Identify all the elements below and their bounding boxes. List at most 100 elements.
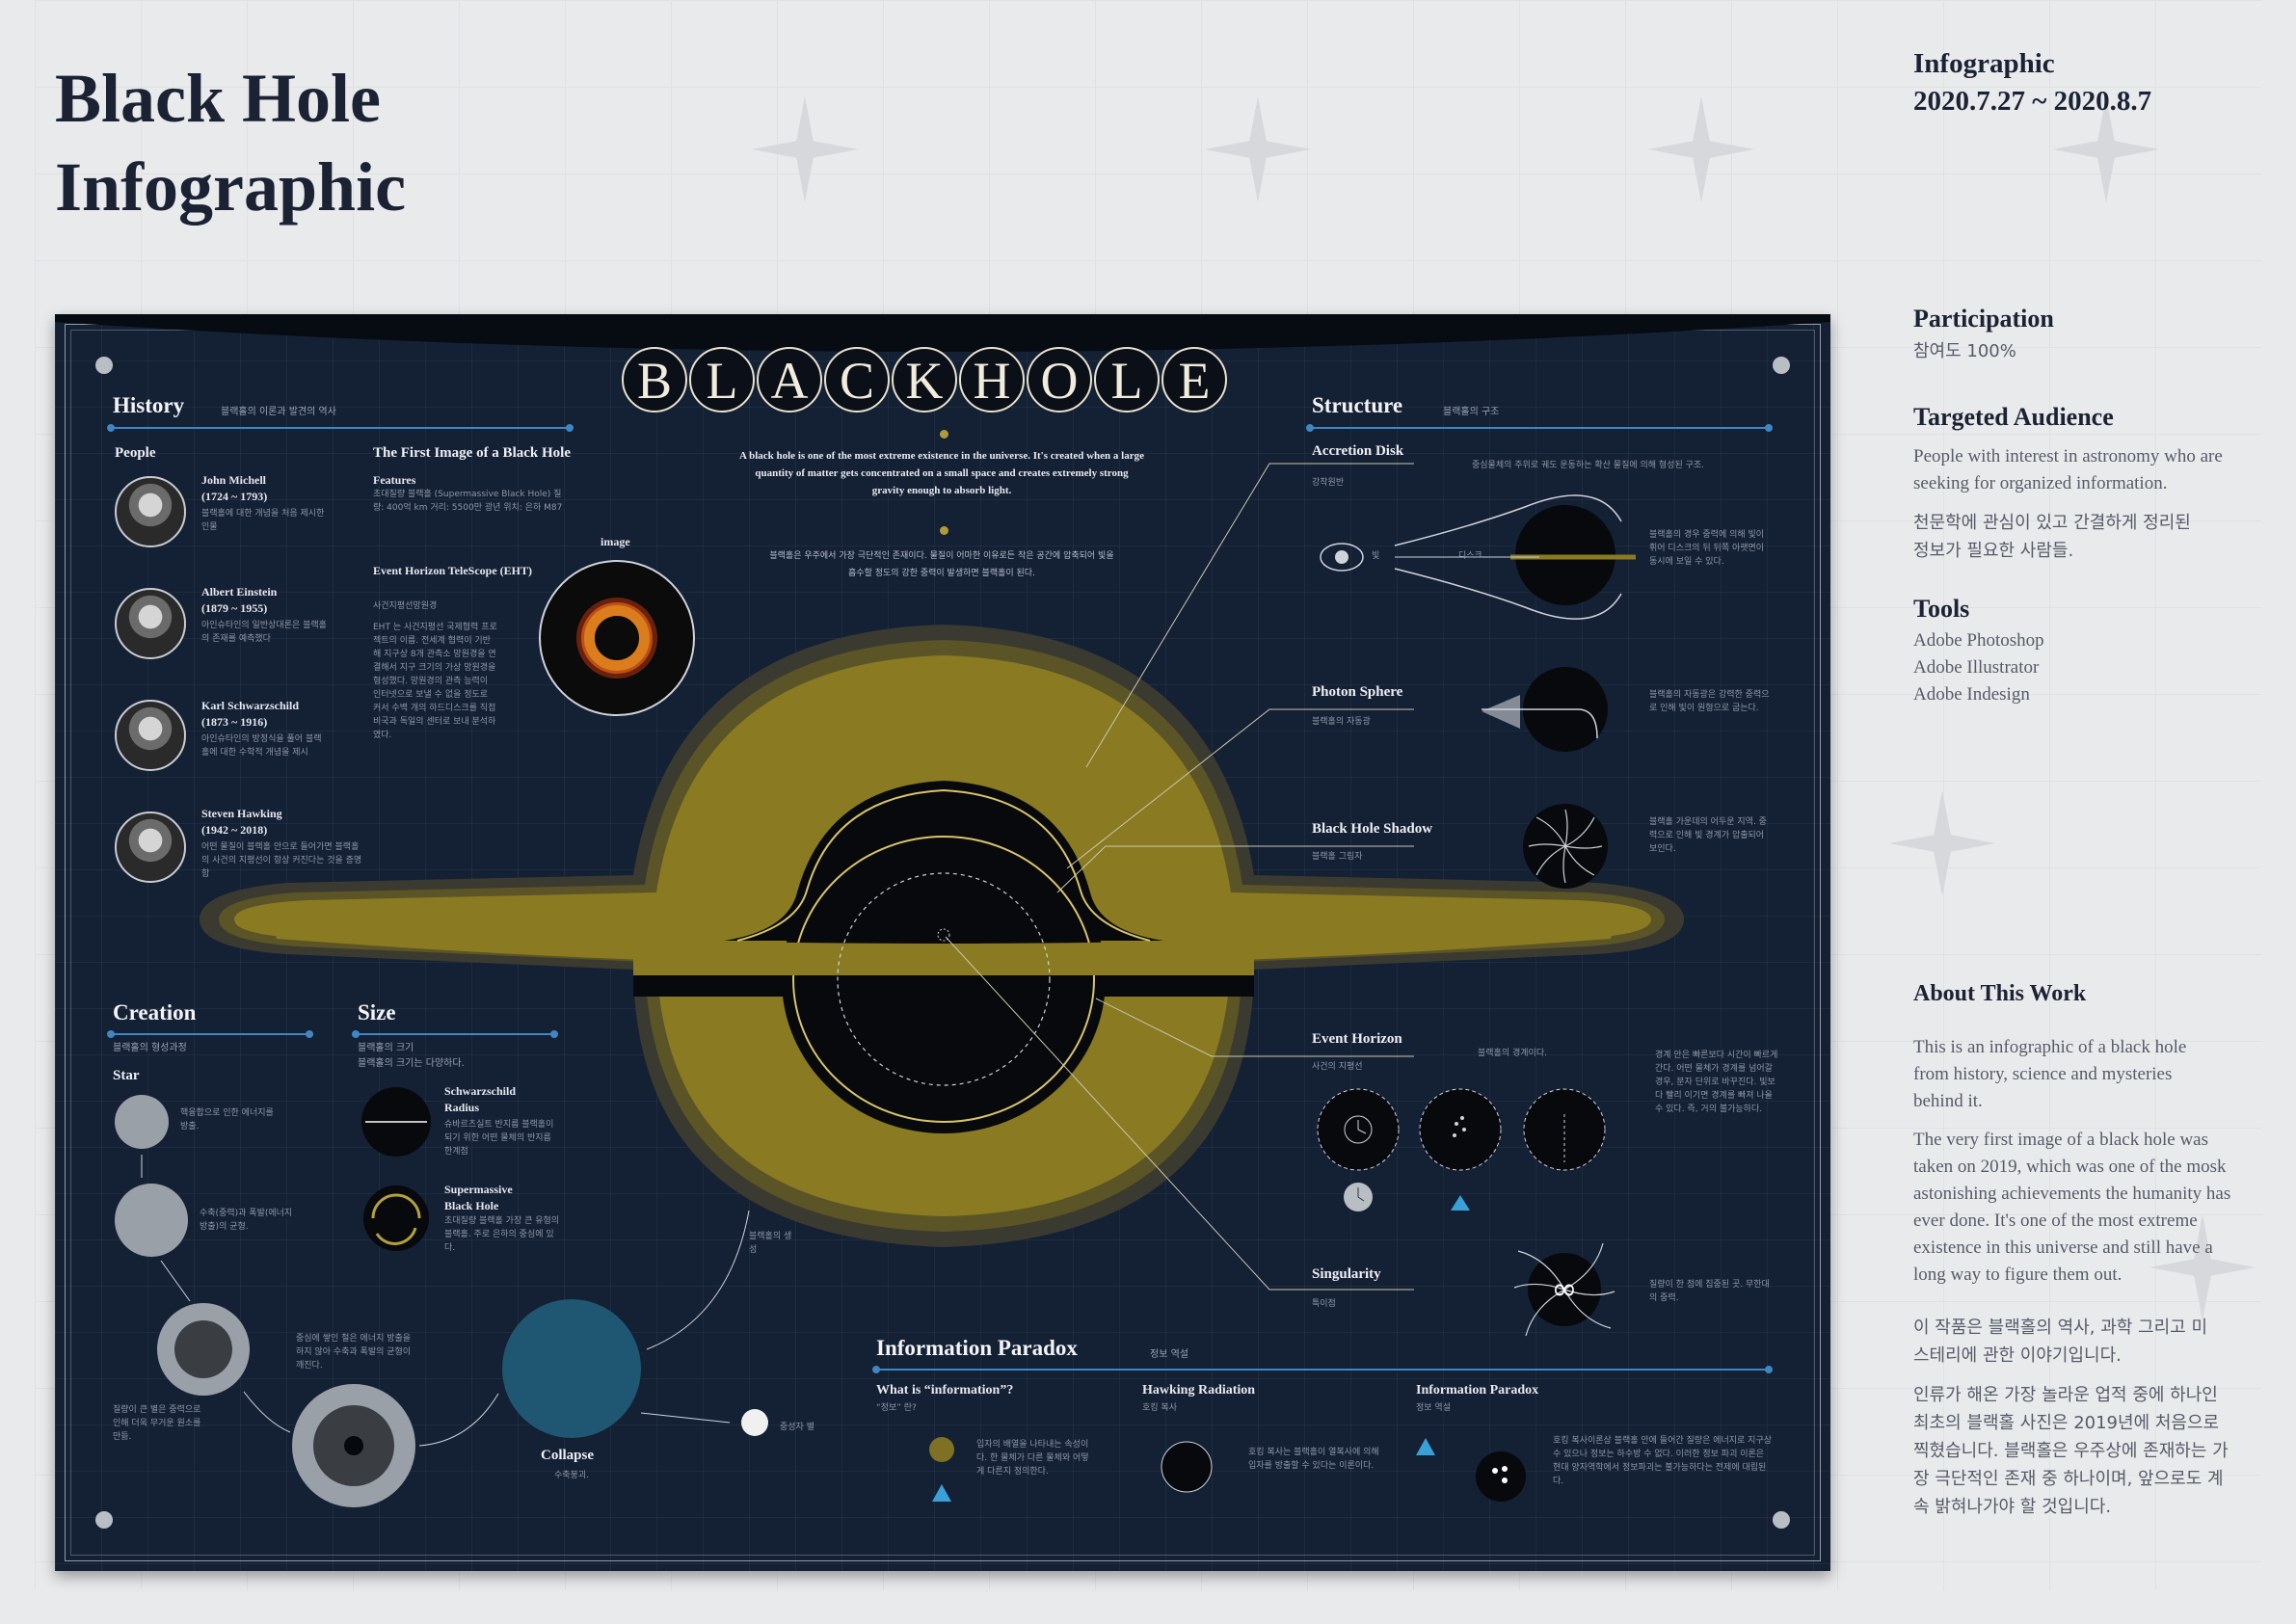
structure-item-name: Accretion Disk — [1312, 443, 1404, 459]
paradox-divider — [872, 1366, 1773, 1373]
participation-title: Participation — [1913, 305, 2054, 333]
sparkle-decoration — [752, 96, 858, 202]
sparkle-decoration — [1205, 96, 1311, 202]
size-item-desc: 초대질량 블랙홀 가장 큰 유형의 블랙홀. 주로 은하의 중심에 있다. — [444, 1216, 560, 1253]
about-block: About This Work This is an infographic o… — [1913, 981, 2241, 1521]
person-desc: 아인슈타인의 일반상대론은 블랙홀의 존재를 예측했다 — [201, 621, 327, 644]
structure-item-name: Singularity — [1312, 1266, 1381, 1282]
project-meta: Infographic 2020.7.27 ~ 2020.8.7 — [1913, 48, 2260, 118]
tool-item: Adobe Photoshop — [1913, 630, 2044, 651]
paradox-col-desc: 입자의 배열을 나타내는 속성이다. 한 물체가 다른 물체와 어떻게 다른지 … — [976, 1440, 1089, 1477]
paradox-col-title: What is “information”? — [876, 1383, 1014, 1398]
paradox-col-title: Information Paradox — [1416, 1383, 1539, 1398]
sparkle-decoration — [1889, 790, 1995, 896]
structure-item-side: 질량이 한 점에 집중된 곳. 무한대의 중력. — [1649, 1280, 1770, 1303]
paradox-col-ko: 호킹 복사 — [1142, 1403, 1177, 1413]
structure-divider — [1306, 424, 1773, 432]
page-title-line1: Black Hole — [55, 60, 381, 137]
eht-label: Event Horizon TeleScope (EHT) — [373, 564, 532, 577]
portrait-john-michell — [115, 476, 186, 547]
history-divider — [107, 424, 574, 432]
audience-ko: 천문학에 관심이 있고 간결하게 정리된 정보가 필요한 사람들. — [1913, 513, 2191, 561]
participation-value: 참여도 100% — [1913, 341, 2016, 361]
black-hole-ko: 블랙홀의 생성 — [749, 1232, 792, 1255]
neutron-star-ko: 중성자 별 — [780, 1423, 814, 1432]
structure-item-name: Black Hole Shadow — [1312, 821, 1433, 837]
about-ko: 이 작품은 블랙홀의 역사, 과학 그리고 미스테리에 관한 이야기입니다. — [1913, 1318, 2208, 1366]
structure-item-name: Event Horizon — [1312, 1031, 1402, 1047]
structure-item-ko: 블랙홀 그림자 — [1312, 852, 1363, 862]
image-label: image — [601, 535, 630, 548]
size-subtitle2: 블랙홀의 크기는 다양하다. — [358, 1058, 465, 1069]
size-item-desc: 슈바르츠실트 반지름 블랙홀이 되기 위한 어떤 물체의 반지름 한계점 — [444, 1120, 554, 1157]
paradox-col-ko: “정보” 란? — [876, 1403, 917, 1413]
portrait-albert-einstein — [115, 588, 186, 659]
features-text: 초대질량 블랙홀 (Supermassive Black Hole) 질량: 4… — [373, 490, 563, 513]
svg-text:∞: ∞ — [1552, 1270, 1578, 1307]
structure-item-side: 블랙홀 가운데의 어두운 지역. 중력으로 인해 빛 경계가 압출되어 보인다. — [1649, 817, 1767, 854]
tool-item: Adobe Indesign — [1913, 684, 2030, 705]
page-title-line2: Infographic — [55, 148, 407, 226]
tool-item: Adobe Illustrator — [1913, 657, 2040, 678]
paradox-col-desc: 호킹 복사이론상 블랙홀 안에 들어간 질량은 에너지로 지구상 수 있으나 정… — [1553, 1436, 1773, 1486]
portrait-steven-hawking — [115, 812, 186, 883]
structure-item-name: Photon Sphere — [1312, 684, 1403, 700]
paradox-col-ko: 정보 역설 — [1416, 1403, 1451, 1413]
sparkle-decoration — [1648, 96, 1754, 202]
structure-item-ko: 사건의 지평선 — [1312, 1062, 1363, 1072]
audience-en: People with interest in astronomy who ar… — [1913, 446, 2223, 493]
structure-item-side: 블랙홀의 경우 중력에 의해 빛이 휘어 디스크의 뒤 뒤쪽 아랫면이 동시에 … — [1649, 530, 1765, 567]
structure-item-desc: 블랙홀의 경계이다. — [1478, 1049, 1547, 1058]
creation-title: Creation — [113, 1000, 197, 1025]
size-item-name: Schwarzschild Radius — [444, 1084, 517, 1114]
structure-item-ko: 블랙홀의 자동광 — [1312, 717, 1371, 727]
size-item-name: Supermassive Black Hole — [444, 1183, 513, 1212]
collapse-ko: 수축붕괴. — [554, 1471, 589, 1480]
eye-label: 빛 — [1372, 551, 1380, 561]
first-image-title: The First Image of a Black Hole — [373, 445, 571, 461]
structure-item-ko: 강착원반 — [1312, 478, 1345, 488]
eht-subtitle: 사건지평선망원경 — [373, 601, 438, 611]
date-range: 2020.7.27 ~ 2020.8.7 — [1913, 86, 2152, 117]
people-label: People — [115, 445, 156, 461]
star-desc: 핵융합으로 인한 에너지를 방출. — [180, 1108, 274, 1131]
structure-item-side: 경계 안은 빠른보다 시간이 빠르게 간다. 어떤 물체가 경계를 넘어갈 경우… — [1655, 1051, 1778, 1114]
size-divider — [352, 1030, 558, 1038]
category-label: Infographic — [1913, 48, 2055, 79]
eht-text: EHT 는 사건지평선 국제협력 프로젝트의 이름. 전세계 협력이 기반해 지… — [373, 623, 497, 740]
person-desc: 아인슈타인의 방정식을 풀어 블랙홀에 대한 수학적 개념을 제시 — [201, 734, 322, 758]
history-title: History — [113, 393, 185, 417]
size-title: Size — [358, 1000, 396, 1025]
person-desc: 블랙홀에 대한 개념을 처음 제시한 인물 — [201, 509, 325, 532]
person-name: Albert Einstein — [201, 585, 278, 599]
portrait-karl-schwarzschild — [115, 700, 186, 771]
tools-title: Tools — [1913, 595, 1970, 623]
structure-item-ko: 특이점 — [1312, 1299, 1336, 1309]
tools-block: Tools Adobe Photoshop Adobe Illustrator … — [1913, 595, 2260, 708]
creation-stage-desc: 수축(중력)과 폭발(에너지 방출)의 균형. — [200, 1209, 293, 1232]
infographic-poster: B L A C K H O L E A black hole is one of… — [55, 314, 1830, 1571]
person-years: (1724 ~ 1793) — [201, 490, 268, 503]
size-subtitle: 블랙홀의 크기 — [358, 1043, 414, 1053]
person-name: John Michell — [201, 473, 267, 487]
creation-stage-desc: 중심에 쌓인 철은 에너지 방출을 하지 않아 수축과 폭발의 균형이 깨진다. — [296, 1334, 412, 1371]
about-title: About This Work — [1913, 981, 2087, 1006]
person-desc: 어떤 물질이 블랙홀 안으로 들어가면 블랙홀의 사건의 지평선이 항상 커진다… — [201, 842, 362, 879]
paradox-col-title: Hawking Radiation — [1142, 1383, 1256, 1398]
participation-block: Participation 참여도 100% — [1913, 305, 2260, 365]
star-label: Star — [113, 1068, 140, 1083]
structure-title: Structure — [1312, 393, 1403, 417]
paradox-col-desc: 호킹 복사는 블랙홀이 열복사에 의해 입자를 방출할 수 있다는 이론이다. — [1248, 1448, 1379, 1471]
creation-stage-desc: 질량이 큰 별은 중력으로 인해 더욱 무거운 원소를 만듦. — [113, 1405, 201, 1442]
structure-item-desc: 중심물체의 주위로 궤도 운동하는 확산 물질에 의해 형성된 구조. — [1472, 461, 1705, 470]
creation-divider — [107, 1030, 313, 1038]
person-years: (1942 ~ 2018) — [201, 823, 268, 837]
about-ko: 인류가 해온 가장 놀라운 업적 중에 하나인 최초의 블랙홀 사진은 2019… — [1913, 1385, 2229, 1517]
about-paragraph: This is an infographic of a black hole f… — [1913, 1037, 2187, 1111]
person-name: Karl Schwarzschild — [201, 699, 299, 712]
features-label: Features — [373, 473, 416, 487]
audience-block: Targeted Audience People with interest i… — [1913, 403, 2260, 565]
disk-label: 디스크 — [1458, 551, 1482, 561]
paradox-subtitle: 정보 역설 — [1150, 1349, 1188, 1360]
audience-title: Targeted Audience — [1913, 403, 2114, 431]
